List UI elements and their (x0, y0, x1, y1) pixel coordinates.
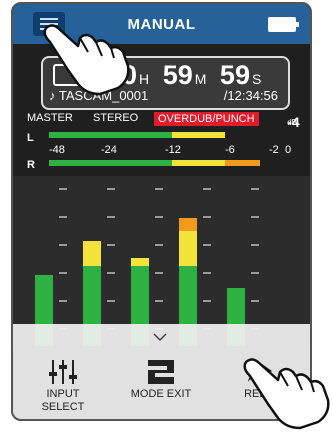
right-level-bar (49, 160, 260, 166)
battery-icon (268, 17, 299, 32)
input-select-label-line1: INPUT (46, 388, 80, 400)
mode-exit-icon (148, 360, 174, 384)
meter-tick (107, 300, 115, 302)
meter-tick (155, 216, 163, 218)
meter-tick (107, 244, 115, 246)
meter-tick (155, 272, 163, 274)
meter-tick (155, 188, 163, 190)
scale-label: 0 (285, 144, 292, 156)
overdub-badge: OVERDUB/PUNCH (154, 112, 259, 126)
meter-tick (251, 188, 259, 190)
mixer-icon (49, 360, 77, 384)
minutes-value: 59 (162, 60, 193, 90)
meter-tick (251, 216, 259, 218)
left-level-bar (49, 132, 225, 138)
seconds-value: 59 (219, 60, 250, 90)
meter-tick (155, 244, 163, 246)
master-label: MASTER (27, 112, 73, 124)
right-channel-label: R (27, 159, 35, 171)
scale-label: -2 (269, 144, 279, 156)
meter-tick (203, 216, 211, 218)
minutes-unit: M (194, 71, 207, 87)
meter-tick (203, 244, 211, 246)
gain-readout: -4 dB (287, 112, 300, 130)
meter-tick (203, 300, 211, 302)
meter-tick (203, 188, 211, 190)
gain-value: -4 (287, 114, 300, 130)
channel-level-bar (131, 258, 149, 266)
mode-exit-button[interactable]: MODE EXIT (121, 360, 201, 401)
scale-label: -6 (225, 144, 235, 156)
total-time: /12:34:56 (223, 88, 278, 103)
channel-level-bar (83, 241, 101, 266)
pointing-hand-icon (43, 24, 130, 96)
mode-exit-label: MODE EXIT (130, 388, 192, 400)
meter-tick (59, 188, 67, 190)
scale-label: -12 (165, 144, 181, 156)
meter-tick (59, 272, 67, 274)
input-select-button[interactable]: INPUT SELECT (33, 360, 93, 414)
hours-unit: H (139, 71, 150, 87)
input-select-label-line2: SELECT (41, 401, 85, 413)
scale-label: -24 (101, 144, 117, 156)
pointing-hand-icon (243, 358, 330, 430)
meter-tick (251, 300, 259, 302)
meter-tick (251, 244, 259, 246)
meter-tick (107, 272, 115, 274)
seconds-unit: S (251, 71, 262, 87)
meter-tick (155, 300, 163, 302)
meter-tick (107, 216, 115, 218)
stereo-label: STEREO (93, 112, 139, 124)
scale-label: -48 (49, 144, 65, 156)
channel-meters (13, 176, 310, 346)
meter-tick (59, 216, 67, 218)
mode-status-row: MASTER STEREO OVERDUB/PUNCH -4 dB (27, 110, 300, 130)
left-channel-label: L (27, 132, 34, 144)
meter-tick (203, 272, 211, 274)
meter-tick (59, 244, 67, 246)
channel-level-bar (179, 218, 197, 231)
meter-tick (251, 272, 259, 274)
channel-level-bar (179, 231, 197, 266)
meter-tick (107, 188, 115, 190)
meter-tick (59, 300, 67, 302)
chevron-down-icon[interactable] (153, 330, 167, 344)
